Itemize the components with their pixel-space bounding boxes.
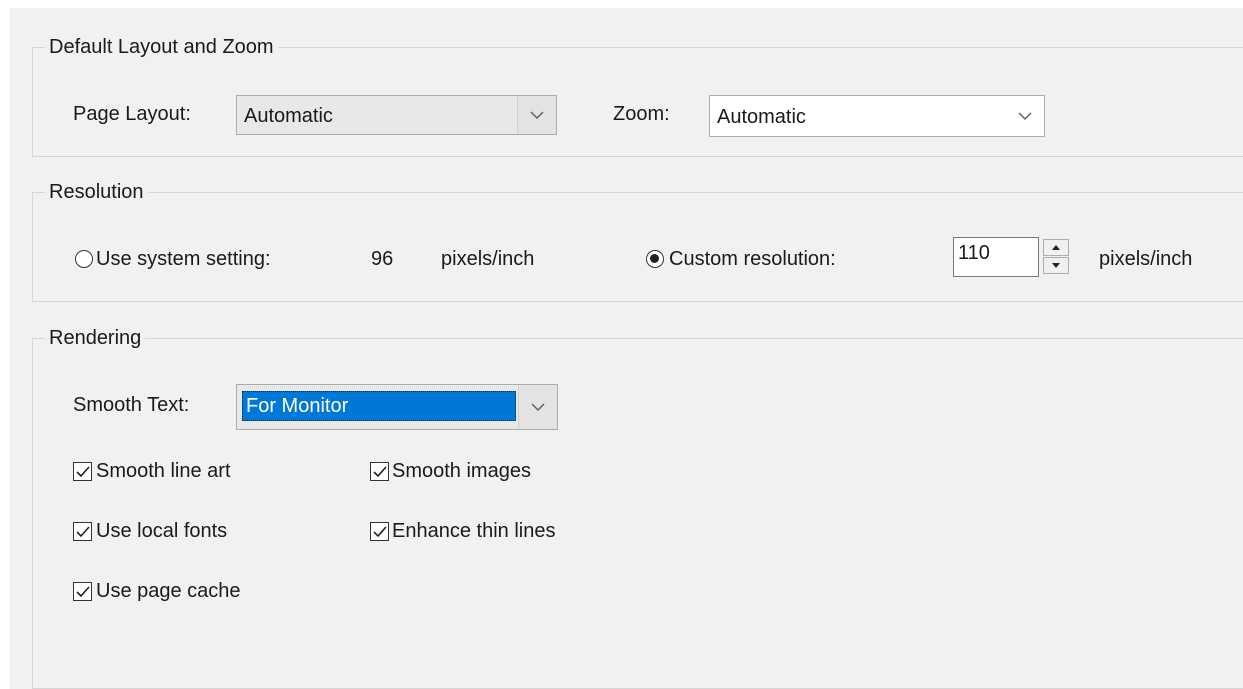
use-local-fonts-checkbox[interactable] [73,522,92,541]
checkmark-icon [372,465,387,477]
radio-selected-dot [650,254,659,263]
chevron-down-icon[interactable] [518,385,557,429]
custom-resolution-radio[interactable] [646,250,664,268]
custom-resolution-label[interactable]: Custom resolution: [669,246,836,272]
smooth-text-value: For Monitor [242,391,516,421]
chevron-down-icon[interactable] [517,96,556,134]
custom-resolution-input[interactable]: 110 [953,237,1039,277]
smooth-images-checkbox[interactable] [370,462,389,481]
system-resolution-unit: pixels/inch [441,248,535,270]
smooth-text-label: Smooth Text: [73,394,190,416]
spin-down-button[interactable] [1043,257,1069,274]
layout-zoom-group: Default Layout and Zoom Page Layout: Aut… [32,34,1243,157]
system-resolution-value: 96 [371,248,394,270]
page-layout-label: Page Layout: [73,103,191,125]
group-title-layout-zoom: Default Layout and Zoom [45,34,278,60]
checkmark-icon [75,525,90,537]
custom-resolution-value: 110 [958,242,990,264]
page-layout-value: Automatic [244,105,333,127]
arrow-down-icon [1052,263,1060,268]
zoom-label: Zoom: [613,103,670,125]
chevron-down-icon[interactable] [1006,96,1044,136]
custom-resolution-unit: pixels/inch [1099,248,1193,270]
page-layout-select[interactable]: Automatic [236,95,557,135]
enhance-thin-lines-label[interactable]: Enhance thin lines [392,518,555,544]
use-local-fonts-label[interactable]: Use local fonts [96,518,227,544]
smooth-images-label[interactable]: Smooth images [392,458,531,484]
checkmark-icon [75,465,90,477]
smooth-line-art-label[interactable]: Smooth line art [96,458,231,484]
checkmark-icon [372,525,387,537]
group-title-resolution: Resolution [45,179,148,205]
resolution-group: Resolution Use system setting: 96 pixels… [32,179,1243,302]
spin-up-button[interactable] [1043,239,1069,256]
enhance-thin-lines-checkbox[interactable] [370,522,389,541]
system-setting-radio[interactable] [75,250,93,268]
system-setting-label[interactable]: Use system setting: [96,246,271,272]
checkmark-icon [75,585,90,597]
zoom-select[interactable]: Automatic [709,95,1045,137]
use-page-cache-checkbox[interactable] [73,582,92,601]
resolution-spinner[interactable] [1043,239,1069,275]
smooth-line-art-checkbox[interactable] [73,462,92,481]
zoom-value: Automatic [717,106,806,128]
use-page-cache-label[interactable]: Use page cache [96,578,241,604]
preferences-panel: Default Layout and Zoom Page Layout: Aut… [10,8,1243,689]
smooth-text-select[interactable]: For Monitor [236,384,558,430]
group-title-rendering: Rendering [45,325,146,351]
rendering-group: Rendering Smooth Text: For Monitor Smoot… [32,325,1243,689]
arrow-up-icon [1052,245,1060,250]
